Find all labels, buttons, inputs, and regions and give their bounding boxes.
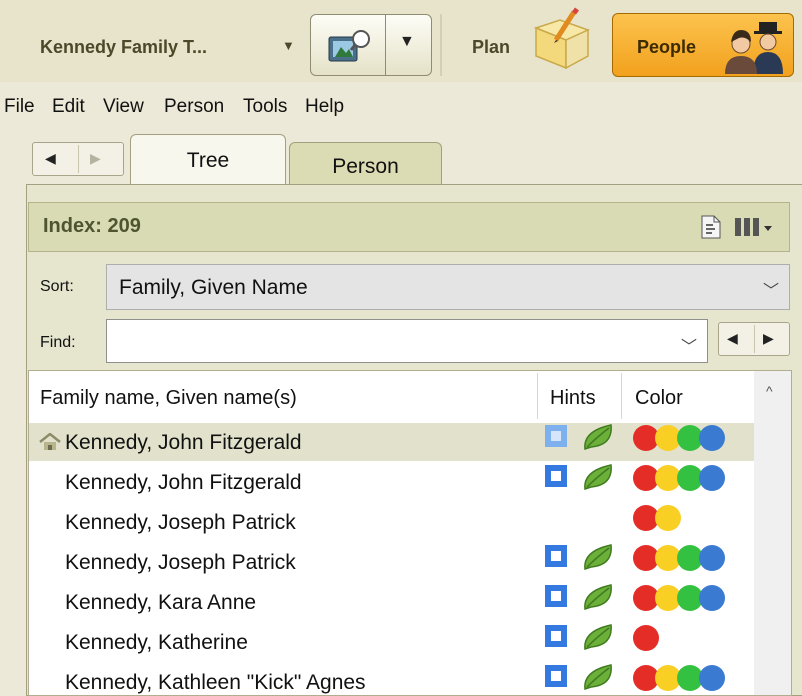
menu-help[interactable]: Help — [305, 96, 344, 118]
color-coding — [633, 425, 743, 451]
plan-notebook-icon[interactable] — [530, 6, 594, 70]
sort-value: Family, Given Name — [119, 276, 308, 299]
history-nav-divider — [78, 145, 79, 173]
vertical-scrollbar[interactable]: ^ — [754, 371, 791, 695]
home-person-icon — [39, 433, 61, 450]
media-dropdown-chevron-icon[interactable]: ▼ — [399, 33, 415, 51]
menu-person[interactable]: Person — [164, 96, 224, 118]
column-header-hints[interactable]: Hints — [550, 387, 596, 410]
color-dot-blue — [699, 665, 725, 691]
color-coding — [633, 545, 743, 571]
people-button[interactable]: People — [612, 13, 794, 77]
media-divider — [385, 15, 386, 75]
find-nav-divider — [754, 325, 755, 353]
people-label: People — [637, 37, 697, 57]
list-row[interactable]: Kennedy, John Fitzgerald — [29, 463, 754, 501]
color-dot-red — [633, 625, 659, 651]
row-name: Kennedy, Joseph Patrick — [65, 551, 296, 574]
color-coding — [633, 585, 743, 611]
columns-icon[interactable] — [734, 217, 774, 237]
top-toolbar: Kennedy Family T... ▼ ▼ Plan People — [0, 0, 802, 82]
media-icon[interactable] — [327, 29, 373, 63]
plan-label[interactable]: Plan — [472, 37, 510, 58]
tab-person[interactable]: Person — [289, 142, 442, 184]
people-icon — [725, 22, 783, 74]
index-count-label: Index: 209 — [43, 215, 141, 237]
scroll-up-arrow-icon[interactable]: ^ — [766, 383, 773, 399]
tree-title-chevron-icon[interactable]: ▼ — [282, 38, 295, 53]
color-coding — [633, 505, 743, 531]
find-input[interactable] — [113, 326, 673, 356]
color-coding — [633, 625, 743, 651]
back-arrow-icon[interactable]: ◀ — [45, 150, 56, 167]
color-dot-yellow — [655, 505, 681, 531]
record-hint-icon[interactable] — [545, 425, 567, 447]
color-dot-blue — [699, 545, 725, 571]
list-row[interactable]: Kennedy, Katherine — [29, 623, 754, 661]
row-name: Kennedy, John Fitzgerald — [65, 471, 302, 494]
list-row[interactable]: Kennedy, Kara Anne — [29, 583, 754, 621]
leaf-hint-icon[interactable] — [581, 623, 615, 651]
leaf-hint-icon[interactable] — [581, 663, 615, 691]
record-hint-icon[interactable] — [545, 465, 567, 487]
tab-tree[interactable]: Tree — [130, 134, 286, 184]
index-panel-header: Index: 209 — [28, 202, 790, 252]
menu-tools[interactable]: Tools — [243, 96, 287, 118]
column-separator[interactable] — [537, 373, 538, 419]
menu-view[interactable]: View — [103, 96, 144, 118]
color-coding — [633, 665, 743, 691]
record-hint-icon[interactable] — [545, 665, 567, 687]
sort-label: Sort: — [40, 278, 74, 295]
row-name: Kennedy, Kathleen "Kick" Agnes — [65, 671, 366, 694]
row-name: Kennedy, Joseph Patrick — [65, 511, 296, 534]
color-dot-blue — [699, 585, 725, 611]
menu-bar: File Edit View Person Tools Help — [0, 82, 802, 126]
sort-select[interactable]: Family, Given Name ﹀ — [106, 264, 790, 310]
find-nav: ◀ ▶ — [718, 322, 790, 356]
menu-file[interactable]: File — [4, 96, 35, 118]
leaf-hint-icon[interactable] — [581, 463, 615, 491]
history-nav: ◀ ▶ — [32, 142, 124, 176]
column-separator[interactable] — [621, 373, 622, 419]
list-row[interactable]: Kennedy, Joseph Patrick — [29, 503, 754, 541]
tree-title-dropdown[interactable]: Kennedy Family T... — [40, 37, 207, 58]
record-hint-icon[interactable] — [545, 545, 567, 567]
find-field[interactable]: ﹀ — [106, 319, 708, 363]
leaf-hint-icon[interactable] — [581, 583, 615, 611]
record-hint-icon[interactable] — [545, 625, 567, 647]
color-dot-blue — [699, 465, 725, 491]
list-row[interactable]: Kennedy, John Fitzgerald — [29, 423, 754, 461]
leaf-hint-icon[interactable] — [581, 423, 615, 451]
color-dot-blue — [699, 425, 725, 451]
list-row[interactable]: Kennedy, Kathleen "Kick" Agnes — [29, 663, 754, 695]
color-coding — [633, 465, 743, 491]
find-label: Find: — [40, 334, 76, 351]
find-next-arrow-icon[interactable]: ▶ — [763, 330, 774, 347]
sort-chevron-down-icon[interactable]: ﹀ — [763, 277, 779, 301]
toolbar-separator — [440, 14, 442, 76]
list-header: Family name, Given name(s) Hints Color — [29, 371, 791, 421]
menu-edit[interactable]: Edit — [52, 96, 85, 118]
column-header-name[interactable]: Family name, Given name(s) — [40, 387, 297, 410]
list-row[interactable]: Kennedy, Joseph Patrick — [29, 543, 754, 581]
export-document-icon[interactable] — [700, 215, 722, 239]
column-header-color[interactable]: Color — [635, 387, 683, 410]
tab-bar: ◀ ▶ Tree Person — [0, 126, 802, 184]
forward-arrow-icon[interactable]: ▶ — [90, 150, 101, 167]
find-chevron-down-icon[interactable]: ﹀ — [681, 333, 697, 357]
media-button[interactable]: ▼ — [310, 14, 432, 76]
row-name: Kennedy, Katherine — [65, 631, 248, 654]
find-previous-arrow-icon[interactable]: ◀ — [727, 330, 738, 347]
record-hint-icon[interactable] — [545, 585, 567, 607]
people-list[interactable]: Family name, Given name(s) Hints Color K… — [28, 370, 792, 696]
row-name: Kennedy, John Fitzgerald — [65, 431, 302, 454]
row-name: Kennedy, Kara Anne — [65, 591, 257, 614]
leaf-hint-icon[interactable] — [581, 543, 615, 571]
